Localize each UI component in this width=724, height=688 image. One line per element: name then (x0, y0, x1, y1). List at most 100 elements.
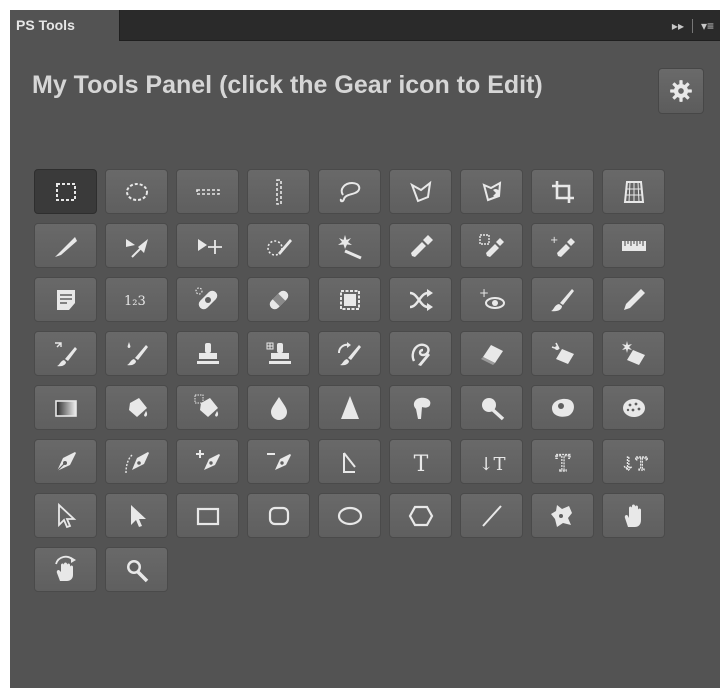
eyedropper-tool-button[interactable] (389, 223, 452, 268)
vertical-type-icon: ↓T (478, 454, 505, 475)
crop-icon (551, 180, 574, 203)
color-sampler-tool-button[interactable] (460, 223, 523, 268)
3d-material-eyedropper-tool-button[interactable]: + (531, 223, 594, 268)
polygonal-lasso-tool-button[interactable] (389, 169, 452, 214)
burn-tool-button[interactable] (531, 385, 594, 430)
horizontal-type-tool-button[interactable]: T (389, 439, 452, 484)
spot-healing-brush-tool-button[interactable] (176, 277, 239, 322)
ellipse-tool-button[interactable] (318, 493, 381, 538)
color-replacement-tool-button[interactable] (34, 331, 97, 376)
polygonal-lasso-icon (409, 180, 431, 202)
spot-healing-icon (194, 286, 217, 309)
count-tool-button[interactable]: 1₂3 (105, 277, 168, 322)
gradient-tool-button[interactable] (34, 385, 97, 430)
history-brush-tool-button[interactable] (318, 331, 381, 376)
rotate-view-icon (54, 555, 76, 581)
freeform-pen-tool-button[interactable] (105, 439, 168, 484)
vertical-type-mask-tool-button[interactable]: ↓T (602, 439, 665, 484)
crop-tool-button[interactable] (531, 169, 594, 214)
note-tool-button[interactable] (34, 277, 97, 322)
ellipse-marquee-icon (125, 182, 148, 201)
perspective-crop-icon (623, 180, 644, 203)
panel-title: My Tools Panel (click the Gear icon to E… (32, 71, 543, 99)
pattern-stamp-icon (266, 342, 291, 364)
tab-ps-tools[interactable]: PS Tools (10, 10, 120, 41)
quick-selection-tool-button[interactable] (247, 223, 310, 268)
patch-icon (339, 289, 360, 310)
sharpen-tool-button[interactable] (318, 385, 381, 430)
smudge-tool-button[interactable] (389, 385, 452, 430)
panel-controls: ▸▸ ▾≡ (672, 10, 714, 41)
magic-eraser-tool-button[interactable] (602, 331, 665, 376)
3d-material-drop-tool-button[interactable] (176, 385, 239, 430)
pen-tool-button[interactable] (34, 439, 97, 484)
vertical-type-mask-icon: ↓T (619, 453, 647, 475)
sponge-tool-button[interactable] (602, 385, 665, 430)
pencil-icon (623, 288, 645, 310)
smudge-icon (413, 397, 430, 419)
convert-point-tool-button[interactable] (318, 439, 381, 484)
rectangle-icon (196, 507, 219, 525)
background-eraser-tool-button[interactable] (531, 331, 594, 376)
add-anchor-icon (195, 449, 220, 470)
burn-icon (551, 398, 574, 417)
rectangle-tool-button[interactable] (176, 493, 239, 538)
gear-button[interactable] (658, 68, 704, 114)
mixer-brush-tool-button[interactable] (105, 331, 168, 376)
vertical-type-mask-glyph: ↓T (620, 454, 647, 475)
red-eye-icon: + (479, 286, 505, 309)
single-column-marquee-tool-button[interactable] (247, 169, 310, 214)
ruler-tool-button[interactable] (602, 223, 665, 268)
tools-grid: +1₂3 + T ↓T T ↓T (34, 169, 665, 592)
panel-menu-icon[interactable]: ▾≡ (701, 19, 714, 33)
red-eye-tool-button[interactable]: + (460, 277, 523, 322)
line-tool-button[interactable] (460, 493, 523, 538)
vertical-type-tool-button[interactable]: ↓T (460, 439, 523, 484)
healing-brush-tool-button[interactable] (247, 277, 310, 322)
content-aware-move-tool-button[interactable] (389, 277, 452, 322)
patch-tool-button[interactable] (318, 277, 381, 322)
panel-tab-bar: PS Tools ▸▸ ▾≡ (10, 10, 720, 41)
eraser-tool-button[interactable] (460, 331, 523, 376)
history-brush-icon (337, 341, 361, 365)
paint-bucket-tool-button[interactable] (105, 385, 168, 430)
pattern-stamp-tool-button[interactable] (247, 331, 310, 376)
direct-selection-tool-button[interactable] (105, 493, 168, 538)
slice-select-tool-button[interactable] (105, 223, 168, 268)
hand-tool-button[interactable] (602, 493, 665, 538)
polygon-tool-button[interactable] (389, 493, 452, 538)
dodge-tool-button[interactable] (460, 385, 523, 430)
pencil-tool-button[interactable] (602, 277, 665, 322)
column-marquee-icon (275, 178, 282, 205)
lasso-tool-button[interactable] (318, 169, 381, 214)
rotate-view-tool-button[interactable] (34, 547, 97, 592)
ruler-icon (621, 240, 646, 251)
rectangular-marquee-tool-button[interactable] (34, 169, 97, 214)
blur-tool-button[interactable] (247, 385, 310, 430)
path-selection-tool-button[interactable] (34, 493, 97, 538)
magic-wand-tool-button[interactable] (318, 223, 381, 268)
paint-bucket-icon (128, 397, 147, 417)
single-row-marquee-tool-button[interactable] (176, 169, 239, 214)
brush-icon (550, 288, 574, 311)
delete-anchor-point-tool-button[interactable] (247, 439, 310, 484)
sponge-icon (622, 398, 645, 417)
art-history-brush-tool-button[interactable] (389, 331, 452, 376)
rounded-rectangle-tool-button[interactable] (247, 493, 310, 538)
brush-tool-button[interactable] (531, 277, 594, 322)
slice-tool-button[interactable] (34, 223, 97, 268)
custom-shape-tool-button[interactable] (531, 493, 594, 538)
elliptical-marquee-tool-button[interactable] (105, 169, 168, 214)
move-tool-button[interactable] (176, 223, 239, 268)
collapse-panel-icon[interactable]: ▸▸ (672, 19, 684, 33)
zoom-tool-button[interactable] (105, 547, 168, 592)
magnetic-lasso-icon (482, 180, 501, 201)
add-anchor-point-tool-button[interactable] (176, 439, 239, 484)
clone-stamp-tool-button[interactable] (176, 331, 239, 376)
perspective-crop-tool-button[interactable] (602, 169, 665, 214)
material-drop-icon (194, 394, 218, 417)
gradient-icon (54, 399, 77, 417)
magnetic-lasso-tool-button[interactable] (460, 169, 523, 214)
horizontal-type-mask-tool-button[interactable]: T (531, 439, 594, 484)
color-sampler-icon (478, 233, 504, 257)
